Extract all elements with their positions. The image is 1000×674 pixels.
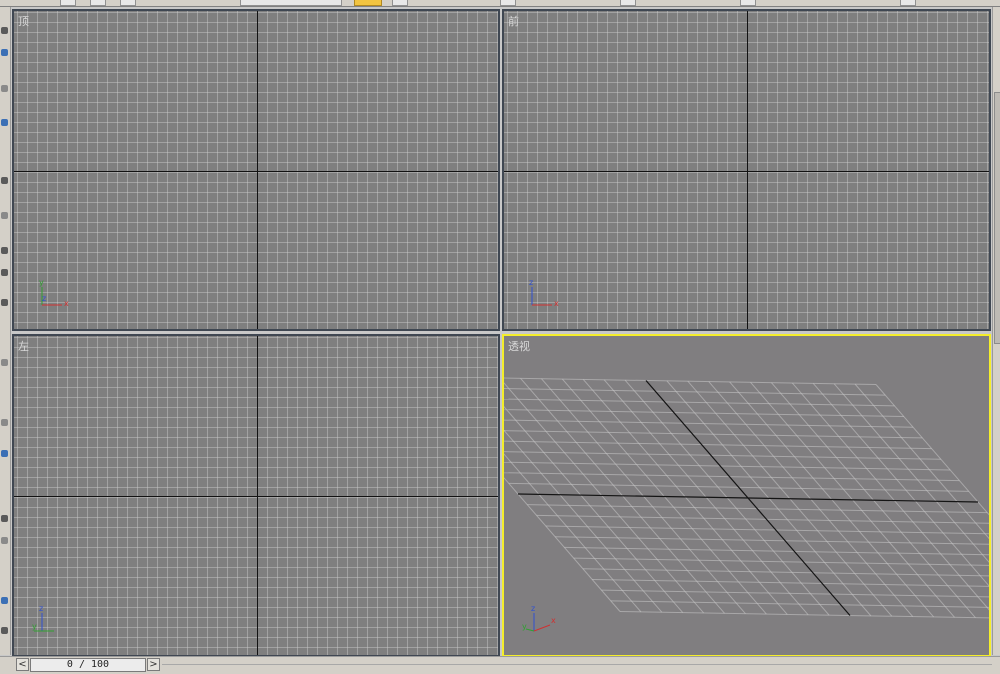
axis-tripod-icon: y z x <box>32 273 72 313</box>
left-tool-strip <box>0 7 11 655</box>
prev-frame-button[interactable]: < <box>16 658 29 671</box>
axis-label-x: x <box>551 616 556 625</box>
toolbar-button-active[interactable] <box>354 0 382 6</box>
perspective-grid <box>504 377 989 619</box>
grid-axis-vertical <box>257 336 258 655</box>
tool-icon-13[interactable] <box>1 515 8 522</box>
tool-icon-3[interactable] <box>1 85 8 92</box>
axis-tripod-icon: z x <box>522 273 562 313</box>
viewport-label[interactable]: 顶 <box>18 13 29 29</box>
timeline-track[interactable] <box>162 664 992 665</box>
grid-axis-horizontal <box>14 496 498 497</box>
axis-tripod-icon: z y <box>32 599 72 639</box>
viewport-label[interactable]: 前 <box>508 13 519 29</box>
viewport-perspective[interactable]: 透视 z y x <box>502 334 991 657</box>
axis-label-z: z <box>42 294 46 303</box>
grid-axis-vertical <box>257 11 258 329</box>
toolbar-button-6[interactable] <box>620 0 636 6</box>
grid-axis-vertical <box>747 11 748 329</box>
toolbar-button-1[interactable] <box>60 0 76 6</box>
axis-label-x: x <box>554 299 559 308</box>
tool-icon-5[interactable] <box>1 177 8 184</box>
viewport-front[interactable]: 前 z x <box>502 9 991 331</box>
tool-icon-11[interactable] <box>1 419 8 426</box>
tool-icon-9[interactable] <box>1 299 8 306</box>
axis-label-y: y <box>522 622 527 631</box>
scroll-handle[interactable] <box>994 92 1000 344</box>
tool-icon-7[interactable] <box>1 247 8 254</box>
toolbar-button-3[interactable] <box>120 0 136 6</box>
toolbar-selection-dropdown[interactable] <box>240 0 342 6</box>
toolbar-button-4[interactable] <box>392 0 408 6</box>
axis-tripod-icon: z y x <box>522 599 562 639</box>
tool-icon-2[interactable] <box>1 49 8 56</box>
next-frame-button[interactable]: > <box>147 658 160 671</box>
right-panel-edge <box>992 7 1000 655</box>
axis-label-z: z <box>531 604 535 613</box>
tool-icon-6[interactable] <box>1 212 8 219</box>
tool-icon-15[interactable] <box>1 597 8 604</box>
tool-icon-8[interactable] <box>1 269 8 276</box>
grid-axis-horizontal <box>14 171 498 172</box>
tool-icon-16[interactable] <box>1 627 8 634</box>
tool-icon-4[interactable] <box>1 119 8 126</box>
viewport-top[interactable]: 顶 y z x <box>12 9 500 331</box>
viewport-left[interactable]: 左 z y <box>12 334 500 657</box>
tool-icon-10[interactable] <box>1 359 8 366</box>
tool-icon-12[interactable] <box>1 450 8 457</box>
toolbar-button-5[interactable] <box>500 0 516 6</box>
tool-icon-14[interactable] <box>1 537 8 544</box>
main-toolbar <box>0 0 1000 7</box>
toolbar-button-8[interactable] <box>900 0 916 6</box>
time-slider[interactable]: 0 / 100 <box>30 658 146 672</box>
viewport-label[interactable]: 左 <box>18 338 29 354</box>
axis-label-y: y <box>32 622 37 631</box>
axis-label-z: z <box>529 278 533 287</box>
tool-icon-1[interactable] <box>1 27 8 34</box>
axis-label-x: x <box>64 299 69 308</box>
toolbar-button-7[interactable] <box>740 0 756 6</box>
toolbar-button-2[interactable] <box>90 0 106 6</box>
time-slider-bar: < 0 / 100 > <box>0 656 1000 674</box>
axis-label-z: z <box>39 604 43 613</box>
axis-label-y: y <box>39 278 44 287</box>
